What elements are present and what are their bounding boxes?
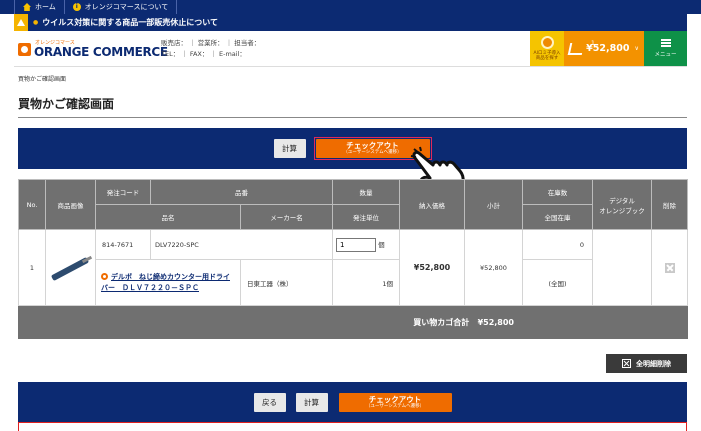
- page-title: 買物かご確認画面: [18, 97, 115, 111]
- delete-all-button[interactable]: 全明細削除: [606, 354, 687, 373]
- home-icon: [23, 3, 31, 11]
- row-maker: 日東工器（株）: [240, 259, 333, 306]
- row-subtotal: ¥52,800: [464, 229, 523, 306]
- alert-bar[interactable]: ● ウイルス対策に関する商品一部販売休止について: [14, 14, 687, 31]
- nav-home-label: ホーム: [35, 3, 56, 11]
- close-icon: [622, 359, 631, 368]
- calc-button-bottom[interactable]: 計算: [295, 392, 328, 412]
- nav-about-label: オレンジコマースについて: [84, 3, 169, 11]
- row-all-stock: (全国): [522, 259, 593, 306]
- checkout-sub-label-bottom: （ユーザーシステムへ遷移）: [365, 403, 425, 409]
- header-stock: 在庫数: [522, 179, 593, 205]
- header-unit: 発注単位: [332, 204, 400, 230]
- table-total-row: 買い物カゴ合計 ¥52,800: [18, 305, 688, 339]
- cart-icon: [567, 42, 585, 55]
- table-row: 1 814-7671 DLV7220-SPC 個 ¥52,800 ¥52,800…: [18, 229, 688, 306]
- nav-about-link[interactable]: i オレンジコマースについて: [65, 0, 178, 14]
- product-name-link[interactable]: デルボ ねじ締めカウンター用ドライバー ＤＬＶ７２２０－ＳＰＣ: [101, 273, 230, 292]
- row-code: 814-7671: [95, 229, 151, 260]
- mascot-icon: [540, 36, 554, 49]
- warning-icon: [14, 14, 28, 31]
- row-stock: 0: [522, 229, 593, 260]
- row-unit: 1個: [332, 259, 400, 306]
- notice-box: [18, 422, 687, 431]
- store-info: 販売店： ｜ 営業所： ｜ 担当者： TEL： ｜ FAX： ｜ E-mail：: [161, 38, 260, 60]
- cart-table: No. 商品画像 発注コード 品番 数量 納入価格 小計 在庫数 デジタル オレ…: [18, 179, 688, 339]
- calc-button-top[interactable]: 計算: [273, 139, 306, 158]
- header-quantity: 数量: [332, 179, 400, 205]
- row-price: ¥52,800: [399, 229, 465, 306]
- breadcrumb: 買物かご確認画面: [18, 76, 67, 83]
- header-all-stock: 全国在庫: [522, 204, 593, 230]
- logo-name: ORANGE COMMERCE: [34, 45, 168, 59]
- cart-total-label: 買い物カゴ合計: [413, 317, 470, 327]
- header-digital-1: デジタル: [609, 196, 635, 205]
- ai-search-button[interactable]: AIロミ子導入 商品を探す: [530, 31, 564, 66]
- bottom-action-bar: 戻る 計算 チェックアウト （ユーザーシステムへ遷移）: [18, 382, 687, 422]
- header-maker: メーカー名: [240, 204, 333, 230]
- site-logo[interactable]: オレンジコマース ORANGE COMMERCE: [18, 38, 168, 60]
- row-qty-cell: 個: [332, 229, 400, 260]
- delete-row-icon[interactable]: [664, 262, 675, 273]
- row-name-cell: デルボ ねじ締めカウンター用ドライバー ＤＬＶ７２２０－ＳＰＣ: [95, 259, 241, 306]
- nav-home-link[interactable]: ホーム: [14, 0, 65, 14]
- row-delete-cell: [651, 229, 688, 306]
- bullet-icon: ●: [33, 19, 39, 26]
- title-divider: [18, 117, 687, 118]
- row-digital: [592, 229, 652, 306]
- qty-unit: 個: [378, 240, 385, 249]
- cart-total: 買い物カゴ合計 ¥52,800: [18, 305, 523, 339]
- cart-total-value: ¥52,800: [477, 317, 514, 327]
- header-subtotal: 小計: [464, 179, 523, 230]
- mascot-label-2: 商品を探す: [535, 56, 559, 61]
- menu-label: メニュー: [654, 52, 677, 58]
- header-product-no: 品番: [150, 179, 333, 205]
- cart-count: 1: [591, 40, 595, 47]
- header-delete: 削除: [651, 179, 688, 230]
- store-info-line2: TEL： ｜ FAX： ｜ E-mail：: [161, 50, 246, 58]
- info-icon: i: [72, 3, 81, 11]
- delete-all-label: 全明細削除: [636, 359, 671, 368]
- logo-mark-icon: [18, 43, 31, 56]
- bullet-icon: [101, 272, 108, 280]
- cart-button[interactable]: 1 ¥52,800 ∨: [564, 31, 644, 66]
- row-product-no: DLV7220-SPC: [150, 229, 333, 260]
- chevron-down-icon: ∨: [634, 45, 639, 52]
- header-order-code: 発注コード: [95, 179, 151, 205]
- back-button[interactable]: 戻る: [253, 392, 286, 412]
- header-digital: デジタル オレンジブック: [592, 179, 652, 230]
- top-nav: ホーム i オレンジコマースについて: [0, 0, 701, 14]
- header-no: No.: [18, 179, 46, 230]
- header-image: 商品画像: [45, 179, 96, 230]
- site-header: オレンジコマース ORANGE COMMERCE 販売店： ｜ 営業所： ｜ 担…: [14, 31, 687, 67]
- checkout-main-label: チェックアウト: [346, 141, 399, 150]
- row-no: 1: [18, 229, 46, 306]
- menu-button[interactable]: メニュー: [644, 31, 687, 66]
- hamburger-icon: [660, 39, 671, 47]
- checkout-button-bottom[interactable]: チェックアウト （ユーザーシステムへ遷移）: [338, 392, 452, 412]
- header-name: 品名: [95, 204, 241, 230]
- product-image[interactable]: [45, 229, 96, 306]
- alert-text[interactable]: ウイルス対策に関する商品一部販売休止について: [42, 17, 218, 28]
- top-action-bar: 計算 チェックアウト （ユーザーシステムへ遷移）: [18, 128, 687, 169]
- header-price: 納入価格: [399, 179, 465, 230]
- quantity-input[interactable]: [336, 237, 376, 252]
- table-row: デルボ ねじ締めカウンター用ドライバー ＤＬＶ７２２０－ＳＰＣ 日東工器（株） …: [19, 259, 688, 306]
- checkout-main-label-bottom: チェックアウト: [368, 394, 422, 404]
- header-digital-2: オレンジブック: [599, 206, 645, 215]
- checkout-sub-label: （ユーザーシステムへ遷移）: [343, 150, 402, 155]
- screwdriver-image: [48, 255, 94, 281]
- store-info-line1: 販売店： ｜ 営業所： ｜ 担当者：: [161, 39, 261, 47]
